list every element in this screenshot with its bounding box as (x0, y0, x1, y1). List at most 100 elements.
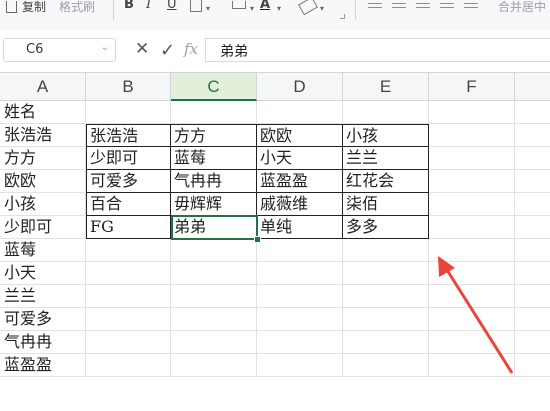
cell-b7[interactable] (86, 239, 171, 262)
cell-f9[interactable] (429, 285, 515, 308)
spreadsheet-grid[interactable]: A B C D E F 姓名 张浩浩 张浩浩 方方 欧欧 小孩 方方 少即可 蓝莓 小天 兰兰 欧欧 可爱多 气冉冉蓝… (0, 73, 550, 411)
cell-c8[interactable] (171, 262, 257, 285)
cell-d9[interactable] (257, 285, 343, 308)
column-header-b[interactable]: B (86, 73, 171, 101)
cell-a8[interactable]: 小天 (0, 262, 86, 285)
fill-handle[interactable] (254, 236, 261, 243)
cell-e10[interactable] (343, 308, 429, 331)
cell-c12[interactable] (171, 354, 257, 377)
column-header-a[interactable]: A (0, 73, 86, 101)
cell-a12[interactable]: 蓝盈盈 (0, 354, 86, 377)
cell-f8[interactable] (429, 262, 515, 285)
cell-g1[interactable] (515, 101, 550, 124)
cell-b12[interactable] (86, 354, 171, 377)
cell-a10[interactable]: 可爱多 (0, 308, 86, 331)
cell-g7[interactable] (515, 239, 550, 262)
column-header-c[interactable]: C (171, 73, 257, 101)
cell-b10[interactable] (86, 308, 171, 331)
fill-color-icon[interactable] (232, 1, 246, 9)
cell-a9[interactable]: 兰兰 (0, 285, 86, 308)
cell-d10[interactable] (257, 308, 343, 331)
cell-b6[interactable]: FG (86, 216, 171, 239)
cancel-edit-icon[interactable]: ✕ (135, 39, 149, 59)
chevron-down-icon[interactable]: ⌄ (101, 42, 109, 53)
cell-e6[interactable]: 多多 (343, 216, 429, 239)
cell-d7[interactable] (257, 239, 343, 262)
cell-e5[interactable]: 柒佰 (343, 193, 429, 216)
column-header-e[interactable]: E (343, 73, 429, 101)
underline-button[interactable]: U (167, 0, 177, 17)
cell-a7[interactable]: 蓝莓 (0, 239, 86, 262)
cell-g3[interactable] (515, 147, 550, 170)
merge-center-button[interactable]: 合并居中 (498, 0, 546, 18)
cell-g9[interactable] (515, 285, 550, 308)
copy-icon[interactable] (6, 1, 17, 13)
cell-c2[interactable]: 方方 (171, 124, 257, 147)
cell-e1[interactable] (343, 101, 429, 124)
distributed-icon[interactable] (464, 0, 478, 12)
bold-button[interactable]: B (124, 0, 134, 17)
cell-b9[interactable] (86, 285, 171, 308)
cell-f4[interactable] (429, 170, 515, 193)
justify-icon[interactable] (440, 0, 454, 12)
cell-d5[interactable]: 戚薇维 (257, 193, 343, 216)
cell-d3[interactable]: 小天 (257, 147, 343, 170)
cell-g8[interactable] (515, 262, 550, 285)
cell-g11[interactable] (515, 331, 550, 354)
cell-e12[interactable] (343, 354, 429, 377)
cell-b1[interactable] (86, 101, 171, 124)
cell-a2[interactable]: 张浩浩 (0, 124, 86, 147)
cell-d11[interactable] (257, 331, 343, 354)
cell-f10[interactable] (429, 308, 515, 331)
cell-b2[interactable]: 张浩浩 (86, 124, 171, 147)
font-color-button[interactable]: A (260, 0, 270, 17)
cell-d8[interactable] (257, 262, 343, 285)
column-header-f[interactable]: F (429, 73, 515, 101)
formula-input[interactable]: 弟弟 (205, 38, 550, 62)
name-box[interactable]: C6 ⌄ (3, 38, 116, 62)
insert-function-icon[interactable]: fx (184, 40, 198, 58)
format-painter-button[interactable]: 格式刷 (59, 0, 95, 18)
cell-f12[interactable] (429, 354, 515, 377)
cell-c11[interactable] (171, 331, 257, 354)
align-right-icon[interactable] (416, 0, 430, 12)
cell-f1[interactable] (429, 101, 515, 124)
cell-a3[interactable]: 方方 (0, 147, 86, 170)
cell-f11[interactable] (429, 331, 515, 354)
align-left-icon[interactable] (368, 0, 382, 12)
cell-a5[interactable]: 小孩 (0, 193, 86, 216)
cell-b11[interactable] (86, 331, 171, 354)
cell-c6[interactable]: 弟弟 (171, 216, 257, 239)
cell-f6[interactable] (429, 216, 515, 239)
cell-f7[interactable] (429, 239, 515, 262)
cell-e11[interactable] (343, 331, 429, 354)
cell-d12[interactable] (257, 354, 343, 377)
cell-g6[interactable] (515, 216, 550, 239)
cell-e8[interactable] (343, 262, 429, 285)
cell-g10[interactable] (515, 308, 550, 331)
cell-d6[interactable]: 单纯 (257, 216, 343, 239)
cell-g2[interactable] (515, 124, 550, 147)
align-center-icon[interactable] (392, 0, 406, 12)
cell-a6[interactable]: 少即可 (0, 216, 86, 239)
cell-a11[interactable]: 气冉冉 (0, 331, 86, 354)
cell-g12[interactable] (515, 354, 550, 377)
cell-g4[interactable] (515, 170, 550, 193)
cell-c5[interactable]: 毋辉辉 (171, 193, 257, 216)
cell-e3[interactable]: 兰兰 (343, 147, 429, 170)
chevron-down-icon[interactable]: ▾ (277, 4, 281, 24)
cell-e2[interactable]: 小孩 (343, 124, 429, 147)
clear-format-icon[interactable] (298, 0, 318, 16)
cell-a1[interactable]: 姓名 (0, 101, 86, 124)
cell-d1[interactable] (257, 101, 343, 124)
cell-d2[interactable]: 欧欧 (257, 124, 343, 147)
cell-e4[interactable]: 红花会 (343, 170, 429, 193)
cell-f2[interactable] (429, 124, 515, 147)
cell-f5[interactable] (429, 193, 515, 216)
confirm-edit-icon[interactable]: ✓ (160, 40, 175, 61)
border-icon[interactable] (190, 0, 202, 12)
cell-c7[interactable] (171, 239, 257, 262)
cell-c10[interactable] (171, 308, 257, 331)
cell-f3[interactable] (429, 147, 515, 170)
cell-c9[interactable] (171, 285, 257, 308)
